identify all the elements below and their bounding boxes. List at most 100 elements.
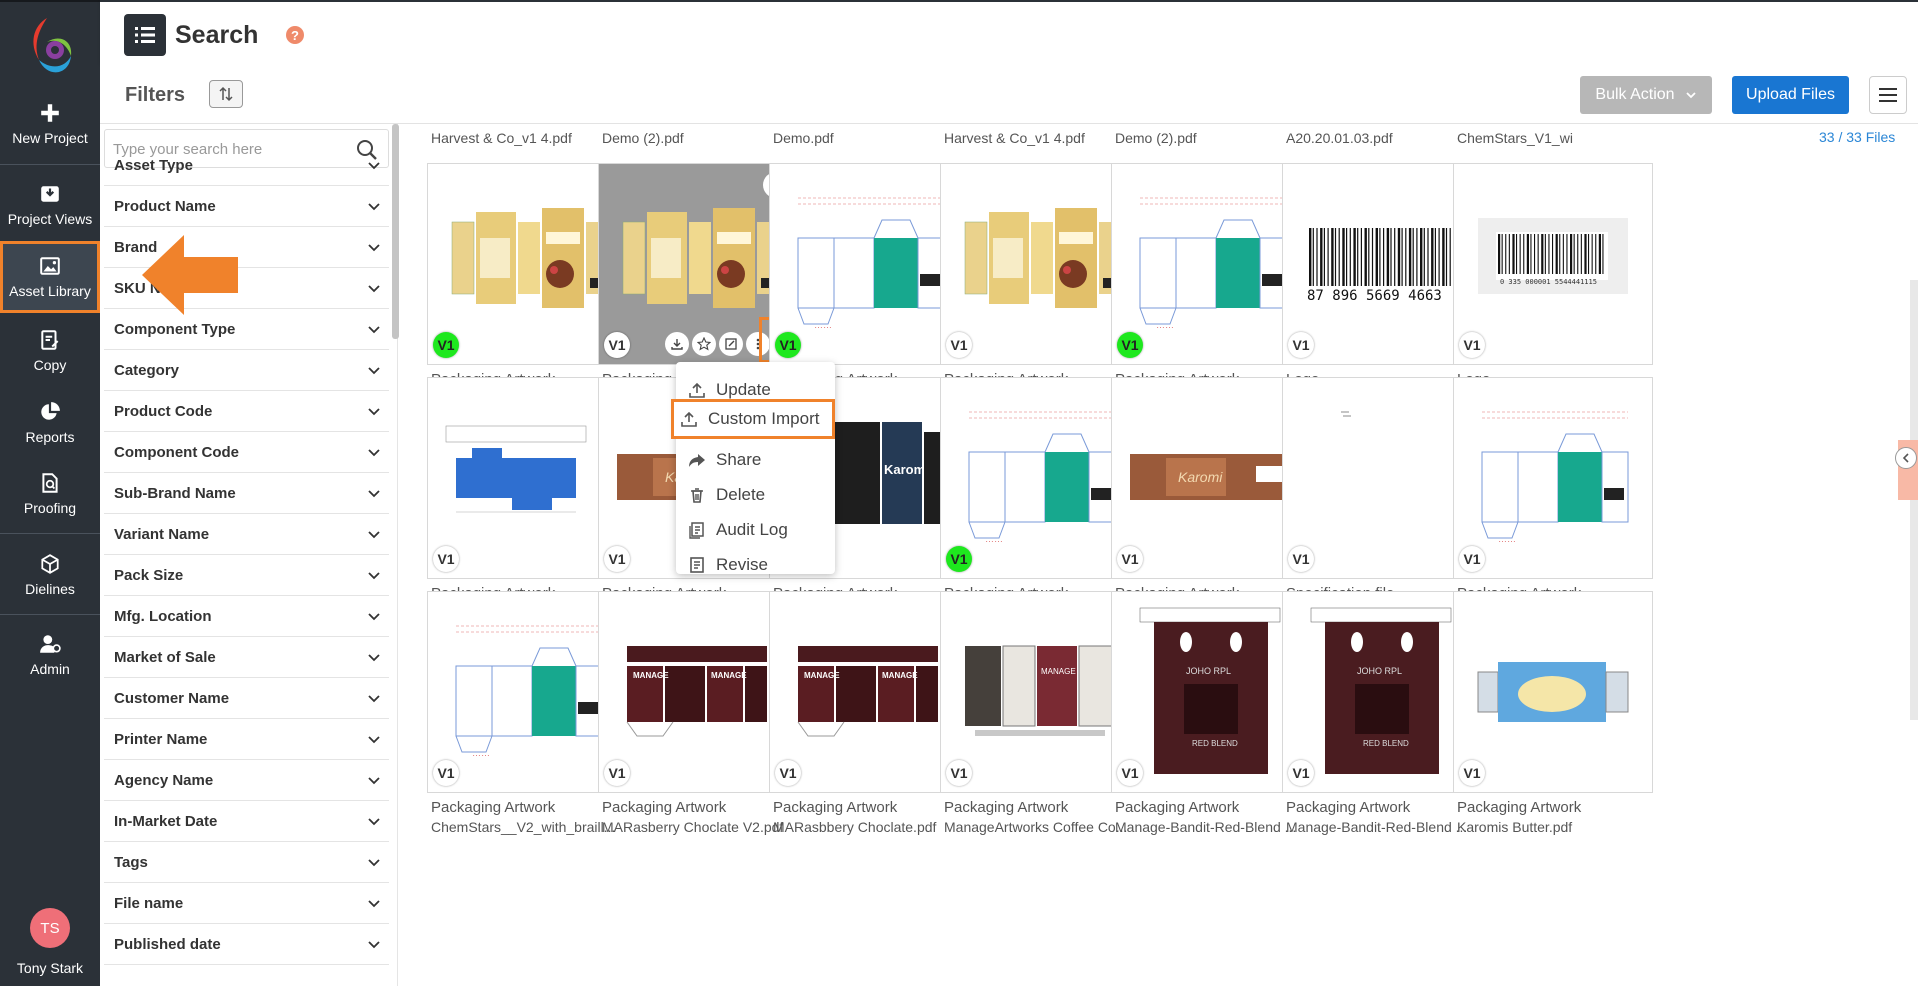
asset-card[interactable]: V1 bbox=[427, 163, 627, 365]
filter-label: Agency Name bbox=[114, 771, 214, 789]
asset-card[interactable]: Karomi V1 bbox=[1111, 377, 1311, 579]
nav-asset-library[interactable]: Asset Library bbox=[0, 241, 100, 313]
bulk-action-label: Bulk Action bbox=[1595, 86, 1675, 103]
file-name[interactable]: Manage-Bandit-Red-Blend ... bbox=[1286, 819, 1482, 835]
asset-card[interactable]: V1 bbox=[1453, 591, 1653, 793]
menu-custom-import[interactable]: Custom Import bbox=[671, 399, 835, 439]
asset-card[interactable]: …… V1 bbox=[940, 377, 1140, 579]
file-name[interactable]: Karomis Butter.pdf bbox=[1457, 819, 1653, 835]
asset-card[interactable]: MANAGE V1 bbox=[940, 591, 1140, 793]
menu-label: Share bbox=[716, 450, 762, 469]
filter-market-of-sale[interactable]: Market of Sale bbox=[104, 637, 389, 678]
filter-agency-name[interactable]: Agency Name bbox=[104, 760, 389, 801]
avatar[interactable]: TS bbox=[30, 908, 70, 948]
image-icon bbox=[40, 257, 60, 275]
download-icon[interactable] bbox=[665, 332, 689, 356]
nav-copy[interactable]: Copy bbox=[0, 315, 100, 387]
svg-text:……: …… bbox=[985, 534, 1003, 544]
nav-label: Admin bbox=[30, 661, 70, 677]
filter-component-code[interactable]: Component Code bbox=[104, 432, 389, 473]
file-name[interactable]: ChemStars__V2_with_braill... bbox=[431, 819, 627, 835]
filter-label: Pack Size bbox=[114, 566, 184, 584]
bulk-action-button[interactable]: Bulk Action bbox=[1580, 76, 1712, 114]
svg-text:……: …… bbox=[1156, 320, 1174, 330]
asset-card[interactable]: …… V1 bbox=[1111, 163, 1311, 365]
filter-file-name[interactable]: File name bbox=[104, 883, 389, 924]
chevron-left-icon[interactable] bbox=[1895, 447, 1917, 469]
nav-proofing[interactable]: Proofing bbox=[0, 458, 100, 530]
nav-label: Dielines bbox=[25, 581, 75, 597]
filter-in-market-date[interactable]: In-Market Date bbox=[104, 801, 389, 842]
version-badge: V1 bbox=[775, 760, 801, 786]
asset-thumbnail: Karomi bbox=[1130, 454, 1292, 500]
filter-label: Market of Sale bbox=[114, 648, 216, 666]
asset-type-label: Packaging Artwork bbox=[773, 799, 898, 816]
version-badge: V1 bbox=[1459, 332, 1485, 358]
svg-text:……: …… bbox=[472, 748, 490, 758]
filter-published-date[interactable]: Published date bbox=[104, 924, 389, 965]
version-badge: V1 bbox=[1117, 546, 1143, 572]
filter-component-type[interactable]: Component Type bbox=[104, 309, 389, 350]
filter-label: Component Type bbox=[114, 320, 236, 338]
asset-card[interactable]: …… V1 bbox=[769, 163, 969, 365]
filter-tags[interactable]: Tags bbox=[104, 842, 389, 883]
menu-share[interactable]: Share bbox=[682, 444, 829, 476]
nav-project-views[interactable]: Project Views bbox=[0, 169, 100, 241]
asset-thumbnail bbox=[964, 208, 1117, 308]
asset-card[interactable]: JOHO RPL RED BLEND V1 bbox=[1282, 591, 1482, 793]
filter-product-code[interactable]: Product Code bbox=[104, 391, 389, 432]
file-name[interactable]: ManageArtworks Coffee Co... bbox=[944, 819, 1140, 835]
filter-pack-size[interactable]: Pack Size bbox=[104, 555, 389, 596]
sort-toggle-button[interactable] bbox=[209, 80, 243, 108]
file-name[interactable]: Manage-Bandit-Red-Blend ... bbox=[1115, 819, 1311, 835]
filter-variant-name[interactable]: Variant Name bbox=[104, 514, 389, 555]
file-name[interactable]: MARasbbery Choclate.pdf bbox=[773, 819, 969, 835]
asset-card[interactable]: 87 896 5669 4663 V1 bbox=[1282, 163, 1482, 365]
asset-card[interactable]: MANAGE MANAGE V1 bbox=[598, 591, 798, 793]
filter-product-name[interactable]: Product Name bbox=[104, 186, 389, 227]
upload-files-button[interactable]: Upload Files bbox=[1732, 76, 1849, 114]
asset-card[interactable]: V1 bbox=[1282, 377, 1482, 579]
menu-revise[interactable]: Revise bbox=[682, 549, 829, 581]
nav-admin[interactable]: Admin bbox=[0, 619, 100, 691]
edit-icon[interactable] bbox=[719, 332, 743, 356]
nav-dielines[interactable]: Dielines bbox=[0, 539, 100, 611]
view-menu-button[interactable] bbox=[1869, 76, 1907, 114]
asset-card[interactable]: V1 bbox=[598, 163, 798, 365]
trash-icon bbox=[691, 488, 703, 503]
list-menu-button[interactable] bbox=[124, 14, 166, 56]
asset-card[interactable]: V1 bbox=[940, 163, 1140, 365]
file-name[interactable]: MARasberry Choclate V2.pdf bbox=[602, 819, 798, 835]
filter-asset-type[interactable]: Asset Type bbox=[104, 145, 389, 186]
chevron-down-icon bbox=[368, 449, 380, 457]
filter-printer-name[interactable]: Printer Name bbox=[104, 719, 389, 760]
filter-mfg-location[interactable]: Mfg. Location bbox=[104, 596, 389, 637]
menu-audit-log[interactable]: Audit Log bbox=[682, 514, 829, 546]
asset-card[interactable]: …… V1 bbox=[1453, 377, 1653, 579]
asset-card[interactable]: V1 bbox=[427, 377, 627, 579]
asset-thumbnail: JOHO RPL RED BLEND bbox=[1139, 607, 1281, 774]
filter-label: Product Name bbox=[114, 197, 216, 215]
asset-card[interactable]: 0 335 000001 5544441115 V1 bbox=[1453, 163, 1653, 365]
nav-reports[interactable]: Reports bbox=[0, 387, 100, 459]
file-name: ChemStars_V1_wi bbox=[1457, 130, 1573, 146]
asset-card[interactable]: MANAGE MANAGE V1 bbox=[769, 591, 969, 793]
star-icon[interactable] bbox=[692, 332, 716, 356]
asset-card[interactable]: …… V1 bbox=[427, 591, 627, 793]
filter-label: Variant Name bbox=[114, 525, 210, 543]
asset-type-label: Packaging Artwork bbox=[602, 799, 727, 816]
filter-label: Component Code bbox=[114, 443, 239, 461]
asset-thumbnail bbox=[445, 425, 587, 513]
page-scrollbar[interactable] bbox=[1910, 280, 1918, 720]
filter-category[interactable]: Category bbox=[104, 350, 389, 391]
nav-new-project[interactable]: New Project bbox=[0, 88, 100, 160]
filter-label: In-Market Date bbox=[114, 812, 218, 830]
menu-delete[interactable]: Delete bbox=[682, 479, 829, 511]
svg-text:MANAGE: MANAGE bbox=[711, 671, 747, 680]
help-icon[interactable]: ? bbox=[286, 26, 304, 44]
asset-card[interactable]: JOHO RPL RED BLEND V1 bbox=[1111, 591, 1311, 793]
filter-sub-brand-name[interactable]: Sub-Brand Name bbox=[104, 473, 389, 514]
filter-customer-name[interactable]: Customer Name bbox=[104, 678, 389, 719]
svg-text:0 335 000001 5544441115: 0 335 000001 5544441115 bbox=[1500, 278, 1597, 286]
hamburger-icon bbox=[1879, 88, 1897, 102]
